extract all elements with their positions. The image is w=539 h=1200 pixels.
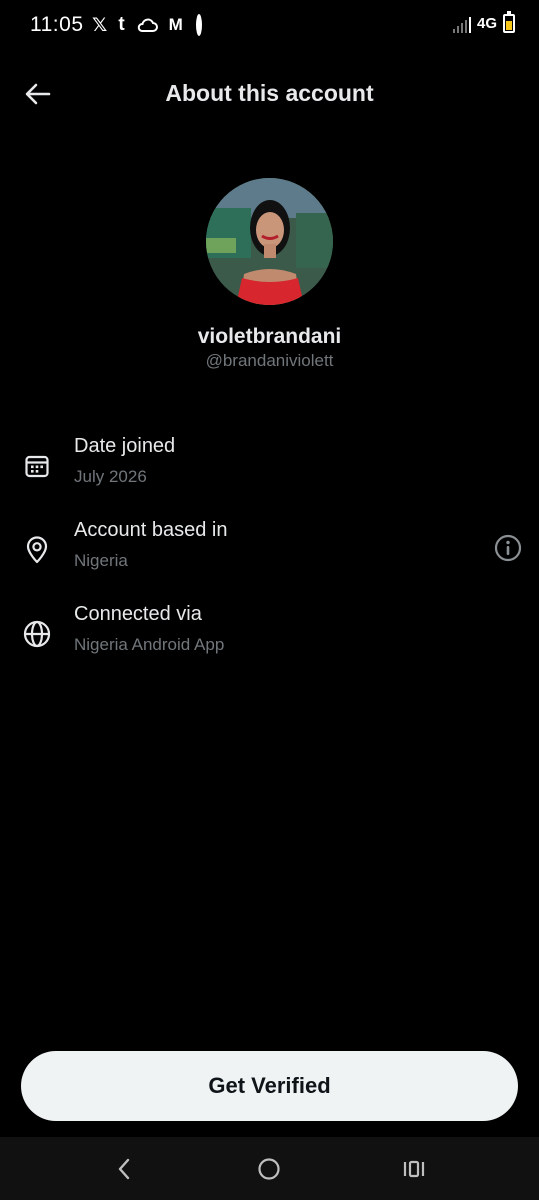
connected-via-value: Nigeria Android App — [74, 635, 225, 654]
location-pin-icon — [20, 533, 54, 567]
nav-home-button[interactable] — [251, 1151, 287, 1187]
system-nav-bar — [0, 1137, 539, 1200]
info-circle-icon[interactable] — [493, 533, 523, 563]
date-joined-value: July 2026 — [74, 467, 147, 486]
date-joined-label: Date joined — [74, 435, 176, 457]
network-type: 4G — [476, 15, 497, 32]
get-verified-button[interactable]: Get Verified — [21, 1051, 518, 1121]
user-handle: @brandaniviolett — [205, 351, 334, 370]
status-time: 11:05 — [30, 13, 84, 36]
avatar[interactable] — [206, 178, 333, 305]
header: About this account — [0, 60, 539, 128]
profile-photo — [206, 178, 333, 305]
page-title: About this account — [165, 80, 374, 106]
cloud-icon — [136, 14, 158, 36]
info-row-date-joined: Date joined July 2026 — [0, 435, 539, 505]
calendar-icon — [20, 449, 54, 483]
chevron-left-icon — [118, 1158, 130, 1180]
battery-icon — [503, 11, 515, 33]
recents-icon — [403, 1160, 425, 1178]
globe-icon — [20, 617, 54, 651]
notification-icons: 𝕏 t M — [92, 14, 202, 36]
status-bar: 11:05 𝕏 t M 4G — [0, 0, 539, 52]
nav-back-button[interactable] — [106, 1151, 142, 1187]
x-logo-icon: 𝕏 — [92, 14, 108, 36]
system-status: 4G — [452, 11, 515, 33]
signal-icon — [452, 15, 471, 33]
circle-home-icon — [258, 1158, 280, 1180]
dot-icon — [195, 14, 202, 36]
account-based-value: Nigeria — [74, 551, 128, 570]
account-based-label: Account based in — [74, 519, 228, 541]
gmail-icon: M — [168, 15, 183, 34]
info-row-account-based: Account based in Nigeria — [0, 519, 539, 589]
tumblr-icon: t — [118, 14, 125, 35]
nav-recents-button[interactable] — [396, 1151, 432, 1187]
display-name: violetbrandani — [197, 325, 342, 348]
info-row-connected-via: Connected via Nigeria Android App — [0, 603, 539, 673]
connected-via-label: Connected via — [74, 603, 202, 625]
